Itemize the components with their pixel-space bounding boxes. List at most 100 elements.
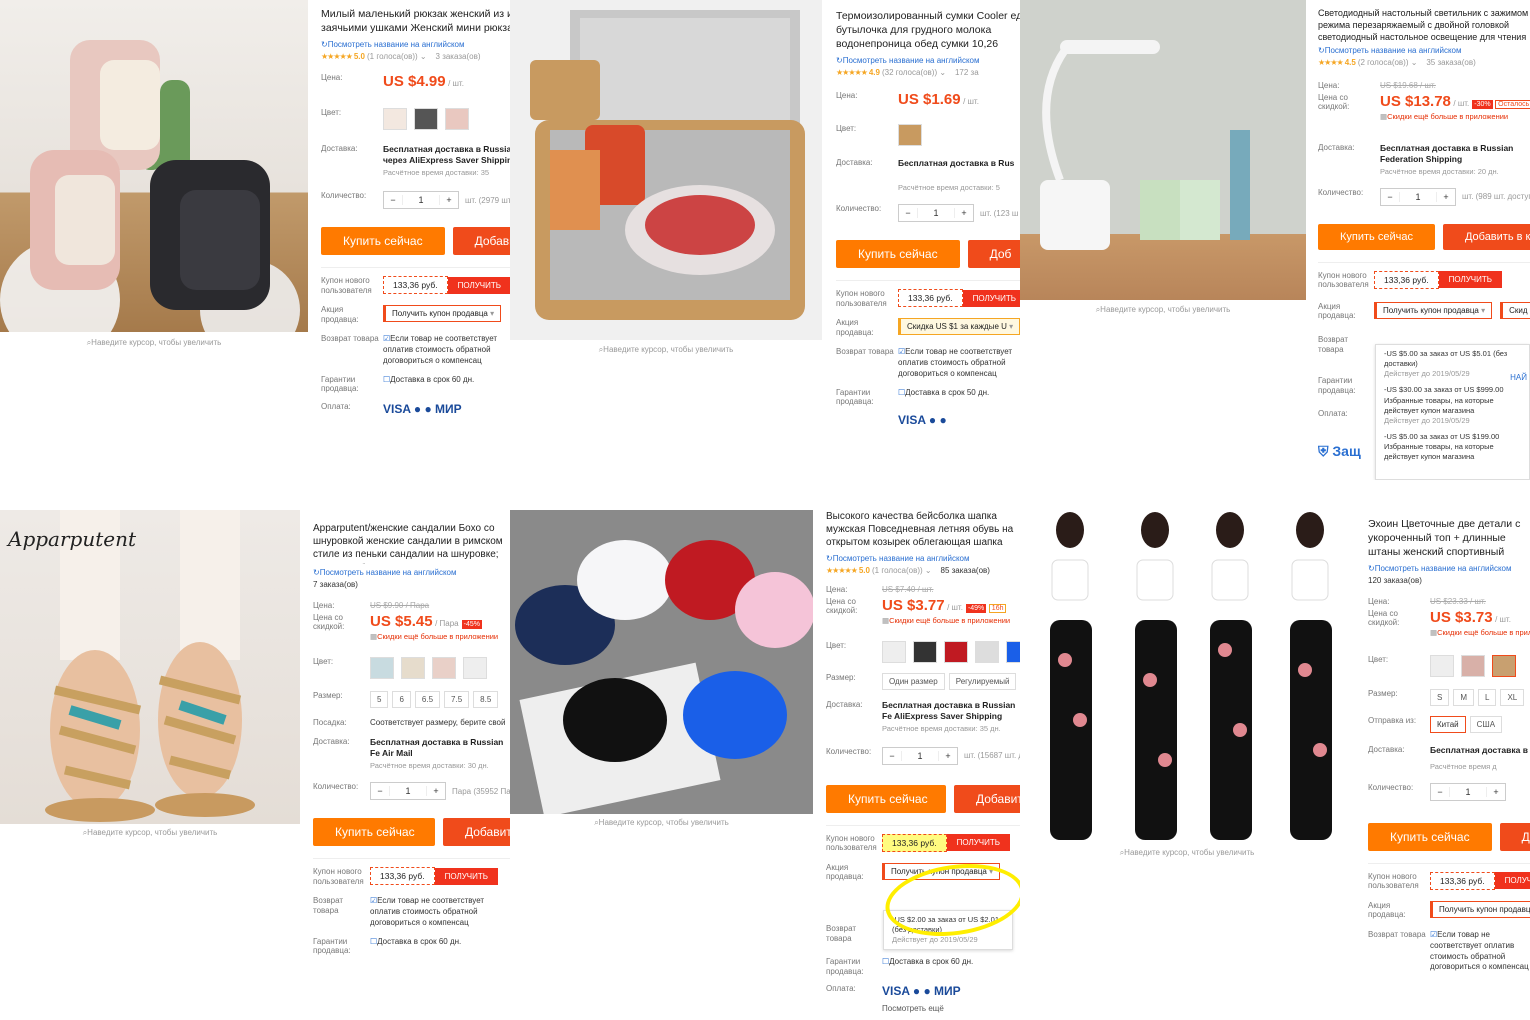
get-coupon-button[interactable]: ПОЛУЧИТЬ [434, 867, 499, 885]
color-swatch[interactable] [944, 640, 968, 663]
color-swatch[interactable] [913, 640, 937, 663]
quantity-stepper[interactable]: −1 + [1380, 187, 1456, 206]
size-option[interactable]: Один размер [882, 672, 945, 690]
shipping-method[interactable]: Бесплатная доставка в Russian Fe Air Mai… [370, 737, 510, 759]
get-coupon-button[interactable]: ПОЛУЧИТЬ [962, 289, 1020, 307]
size-option[interactable]: XL [1500, 688, 1525, 706]
buy-now-button[interactable]: Купить сейчас [321, 227, 445, 256]
color-swatch[interactable] [414, 108, 438, 130]
get-coupon-button[interactable]: ПОЛУЧИТЬ [447, 276, 510, 294]
orders: 120 заказа(ов) [1368, 576, 1422, 585]
get-coupon-button[interactable]: ПОЛУЧИТЬ [946, 834, 1011, 852]
color-swatch[interactable] [432, 656, 456, 679]
buy-now-button[interactable]: Купить сейчас [836, 240, 960, 269]
english-title-link[interactable]: Посмотреть название на английском [313, 568, 510, 577]
size-option[interactable]: M [1453, 688, 1475, 706]
size-option[interactable]: Регулируемый [948, 672, 1017, 690]
rating: ★★★★ 4.5 (2 голоса(ов)) ⌄ 35 заказа(ов) [1318, 58, 1476, 67]
product-title: Светодиодный настольный светильник с заж… [1318, 8, 1529, 42]
brand-watermark: Apparputent [6, 527, 137, 551]
color-swatch[interactable] [383, 108, 407, 130]
product-info: Apparputent/женские сандалии Бохо со шну… [313, 522, 510, 1020]
seller-coupon-dropdown[interactable]: Получить купон продавца [383, 305, 502, 323]
english-title-link[interactable]: Посмотреть название на английском [836, 56, 1020, 65]
color-swatch[interactable] [1430, 654, 1454, 677]
add-to-cart-button[interactable]: Д [1499, 822, 1530, 851]
coupon-value: 133,36 руб. [898, 289, 963, 308]
color-swatch[interactable] [1492, 654, 1516, 677]
product-panel-caps: Наведите курсор, чтобы увеличить Высоког… [510, 510, 1020, 1020]
english-title-link[interactable]: Посмотреть название на английском [321, 40, 510, 49]
size-option[interactable]: 5 [370, 690, 389, 708]
size-option[interactable]: 8.5 [473, 690, 499, 708]
rating: ★★★★★ 5.0 (1 голоса(ов)) ⌄ 3 заказа(ов) [321, 52, 481, 61]
color-swatch[interactable] [401, 656, 425, 679]
product-title: Термоизолированный сумки Cooler еда буты… [836, 10, 1020, 50]
product-image[interactable] [0, 0, 308, 332]
shipping-method[interactable]: Бесплатная доставка в Russian Federation… [1380, 143, 1530, 165]
size-option[interactable]: S [1430, 688, 1450, 706]
delivery-guarantee: Доставка в срок 50 дн. [898, 388, 989, 399]
size-option[interactable]: 6 [392, 690, 411, 708]
buy-now-button[interactable]: Купить сейчас [313, 818, 435, 847]
coupon-value: 133,36 руб. [383, 276, 448, 295]
find-link[interactable]: НАЙ [1510, 373, 1527, 384]
english-title-link[interactable]: Посмотреть название на английском [1368, 564, 1530, 573]
see-more-link[interactable]: Посмотреть ещё [882, 1004, 1020, 1013]
add-to-cart-button[interactable]: Доб [967, 240, 1020, 269]
quantity-stepper[interactable]: −1 + [882, 746, 958, 765]
shield-icon: ⛨ [1318, 443, 1329, 460]
quantity-stepper[interactable]: −1 + [383, 191, 459, 210]
shipping-method[interactable]: Бесплатная доставка в Rus [898, 158, 1014, 169]
english-title-link[interactable]: Посмотреть название на английском [1318, 46, 1530, 55]
product-image[interactable]: Apparputent [0, 510, 300, 824]
product-title: Милый маленький рюкзак женский из искусс… [321, 8, 510, 34]
quantity-stepper[interactable]: −1 + [370, 782, 446, 801]
get-coupon-button[interactable]: ПОЛУЧИТЬ [1494, 872, 1530, 890]
product-info: Эхоин Цветочные две детали с укороченный… [1368, 518, 1530, 1020]
delivery-guarantee: Доставка в срок 60 дн. [370, 937, 461, 948]
size-option[interactable]: L [1478, 688, 1497, 706]
color-swatch[interactable] [1006, 640, 1020, 663]
size-option[interactable]: 6.5 [414, 690, 441, 708]
color-swatch[interactable] [975, 640, 999, 663]
get-coupon-button[interactable]: ПОЛУЧИТЬ [1438, 271, 1503, 289]
seller-coupon-menu[interactable]: -US $5.00 за заказ от US $5.01 (без дост… [1375, 344, 1530, 480]
product-image[interactable] [510, 510, 813, 814]
color-swatch[interactable] [445, 108, 469, 130]
zoom-hint: Наведите курсор, чтобы увеличить [510, 818, 813, 828]
buy-now-button[interactable]: Купить сейчас [826, 784, 946, 813]
shipping-method[interactable]: Бесплатная доставка в [1430, 745, 1528, 756]
color-swatch[interactable] [898, 124, 922, 146]
seller-discount[interactable]: Скидка US $1 за каждые U [898, 318, 1020, 336]
coupon-value: 133,36 руб. [1430, 871, 1495, 890]
color-swatch[interactable] [882, 640, 906, 663]
quantity-stepper[interactable]: −1 + [1430, 782, 1506, 801]
buy-now-button[interactable]: Купить сейчас [1318, 223, 1435, 250]
color-swatch[interactable] [463, 656, 487, 679]
product-image[interactable] [510, 0, 822, 340]
product-title: Apparputent/женские сандалии Бохо со шну… [313, 523, 503, 564]
product-image[interactable] [1020, 510, 1354, 844]
quantity-stepper[interactable]: −1 + [898, 204, 974, 223]
buy-now-button[interactable]: Купить сейчас [1368, 822, 1492, 851]
size-option[interactable]: 7.5 [444, 690, 470, 708]
shipping-method[interactable]: Бесплатная доставка в Russian Fe AliExpr… [882, 700, 1020, 722]
add-to-cart-button[interactable]: Добавить [443, 818, 510, 847]
ship-from-option[interactable]: Китай [1430, 715, 1466, 733]
zoom-hint: Наведите курсор, чтобы увеличить [1020, 305, 1306, 315]
price: US $1.69 [898, 91, 961, 108]
shipping-method[interactable]: Бесплатная доставка в Russian Federation… [383, 144, 510, 166]
product-image[interactable] [1020, 0, 1306, 300]
add-to-cart-button[interactable]: Добавить [452, 227, 510, 256]
color-swatch[interactable] [370, 656, 394, 679]
seller-coupon-dropdown[interactable]: Получить купон продавца [1374, 301, 1493, 319]
ship-from-option[interactable]: США [1469, 715, 1503, 733]
add-to-cart-button[interactable]: Добавить [954, 784, 1020, 813]
color-swatch[interactable] [1461, 654, 1485, 677]
seller-coupon-dropdown[interactable]: Получить купон продавца [1430, 900, 1530, 918]
add-to-cart-button[interactable]: Добавить в корзину [1442, 223, 1530, 250]
english-title-link[interactable]: Посмотреть название на английском [826, 554, 1020, 563]
backpack-photo [0, 40, 300, 332]
zoom-hint: Наведите курсор, чтобы увеличить [0, 828, 300, 838]
